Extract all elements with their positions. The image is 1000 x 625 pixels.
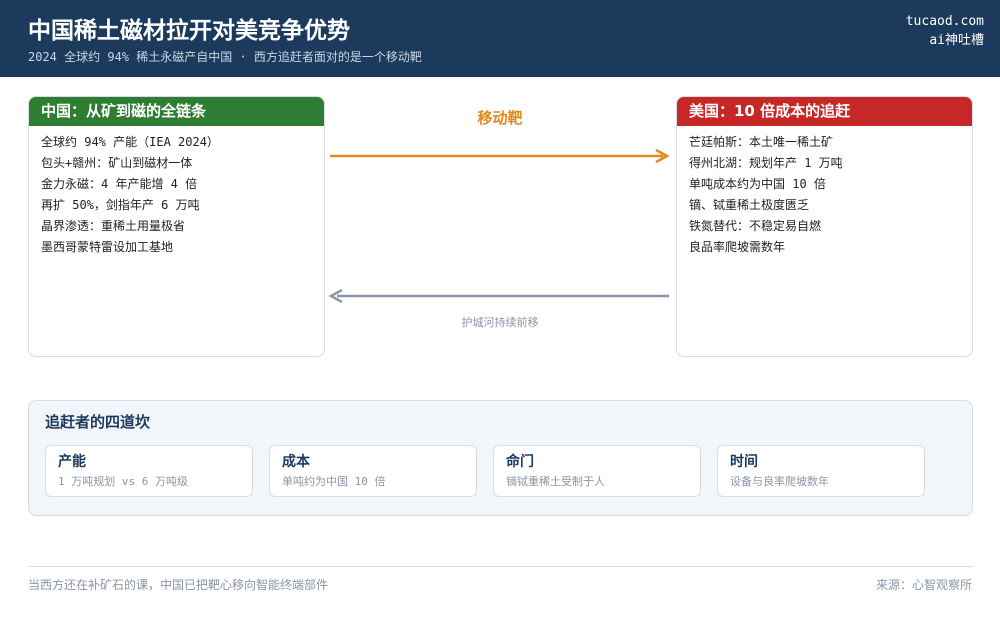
china-item: 金力永磁：4 年产能增 4 倍 [41,177,198,191]
china-item: 包头+赣州：矿山到磁材一体 [41,156,193,170]
china-item: 墨西哥蒙特雷设加工基地 [41,240,174,254]
hurdle-desc: 1 万吨规划 vs 6 万吨级 [58,475,188,488]
china-panel-title: 中国：从矿到磁的全链条 [29,97,324,126]
us-panel-title: 美国：10 倍成本的追赶 [677,97,972,126]
china-item: 再扩 50%，剑指年产 6 万吨 [41,198,200,212]
us-item: 芒廷帕斯：本土唯一稀土矿 [689,135,834,149]
us-item: 单吨成本约为中国 10 倍 [689,177,826,191]
hurdle-title: 成本 [282,454,310,470]
brand-mark: tucaod.com ai神吐槽 [906,12,984,50]
hurdles-title: 追赶者的四道坎 [45,413,151,431]
us-item: 铁氮替代：不稳定易自燃 [689,219,822,233]
us-item: 得州北湖：规划年产 1 万吨 [689,156,843,170]
moving-target-label: 移动靶 [477,109,523,127]
arrow-right-head [655,148,670,164]
hurdles-box: 追赶者的四道坎 产能 1 万吨规划 vs 6 万吨级 成本 单吨约为中国 10 … [28,400,973,516]
us-panel-list: 芒廷帕斯：本土唯一稀土矿 得州北湖：规划年产 1 万吨 单吨成本约为中国 10 … [677,126,972,258]
china-item: 全球约 94% 产能（IEA 2024） [41,135,219,149]
hurdle-card-capacity: 产能 1 万吨规划 vs 6 万吨级 [45,445,253,497]
footer-source: 来源：心智观察所 [875,578,972,592]
footer-divider [28,566,973,567]
page-subtitle: 2024 全球约 94% 稀土永磁产自中国 · 西方追赶者面对的是一个移动靶 [28,50,422,64]
header-bar: 中国稀土磁材拉开对美竞争优势 2024 全球约 94% 稀土永磁产自中国 · 西… [0,0,1000,77]
hurdle-desc: 单吨约为中国 10 倍 [282,475,386,488]
hurdle-title: 产能 [58,454,86,470]
hurdle-card-time: 时间 设备与良率爬坡数年 [717,445,925,497]
brand-domain: tucaod.com [905,14,984,29]
us-panel: 美国：10 倍成本的追赶 芒廷帕斯：本土唯一稀土矿 得州北湖：规划年产 1 万吨… [676,96,973,357]
china-item: 晶界渗透：重稀土用量极省 [41,219,186,233]
arrow-left-head [328,288,343,304]
hurdle-desc: 设备与良率爬坡数年 [730,475,829,488]
hurdle-desc: 镝铽重稀土受制于人 [506,475,605,488]
moat-label: 护城河持续前移 [461,316,539,329]
hurdle-title: 时间 [730,454,758,470]
china-panel: 中国：从矿到磁的全链条 全球约 94% 产能（IEA 2024） 包头+赣州：矿… [28,96,325,357]
us-item: 镝、铽重稀土极度匮乏 [689,198,810,212]
hurdle-card-lifeline: 命门 镝铽重稀土受制于人 [493,445,701,497]
page-title: 中国稀土磁材拉开对美竞争优势 [28,18,350,44]
brand-name: ai神吐槽 [929,33,984,48]
hurdle-title: 命门 [506,454,534,470]
us-item: 良品率爬坡需数年 [689,240,786,254]
china-panel-list: 全球约 94% 产能（IEA 2024） 包头+赣州：矿山到磁材一体 金力永磁：… [29,126,324,258]
hurdle-card-cost: 成本 单吨约为中国 10 倍 [269,445,477,497]
footer-caption: 当西方还在补矿石的课，中国已把靶心移向智能终端部件 [28,578,329,592]
